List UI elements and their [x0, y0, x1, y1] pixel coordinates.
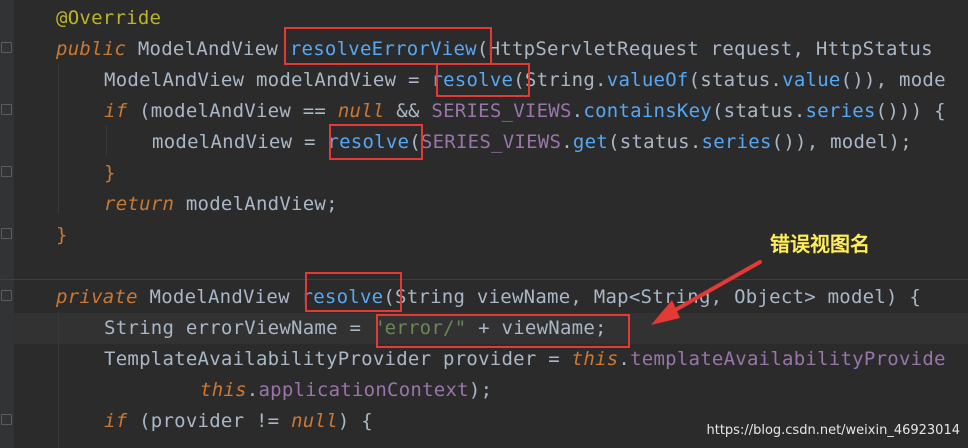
arrow-icon: [651, 260, 762, 325]
watermark: https://blog.csdn.net/weixin_46923014: [706, 423, 960, 438]
annotation-note: 错误视图名: [770, 232, 870, 256]
code-editor[interactable]: @Override public ModelAndView resolveErr…: [0, 0, 968, 448]
